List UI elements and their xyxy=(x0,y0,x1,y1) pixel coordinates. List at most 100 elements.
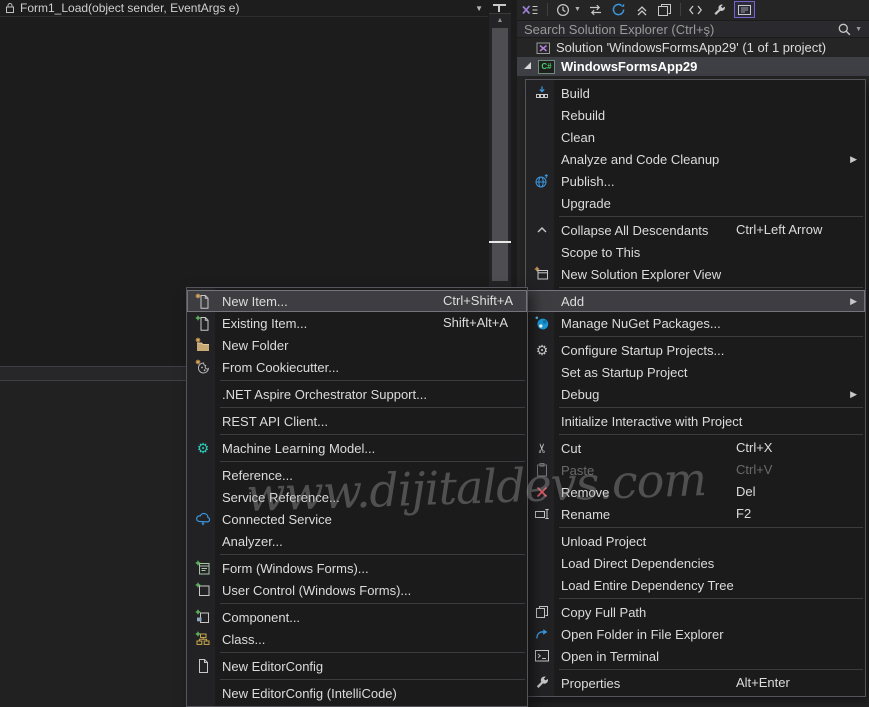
view-code-icon[interactable] xyxy=(688,1,704,18)
caret-position-marker xyxy=(489,241,511,243)
menu-item-machine-learning-model[interactable]: ⚙Machine Learning Model... xyxy=(187,437,527,459)
menu-item-rename[interactable]: RenameF2 xyxy=(526,503,865,525)
split-handle-icon[interactable] xyxy=(489,0,511,14)
menu-item-manage-nuget-packages[interactable]: Manage NuGet Packages... xyxy=(526,312,865,334)
switch-views-icon[interactable] xyxy=(588,1,604,18)
menu-item-unload-project[interactable]: Unload Project xyxy=(526,530,865,552)
publish-globe-icon xyxy=(530,172,554,190)
remove-x-icon xyxy=(530,483,554,501)
menu-separator xyxy=(220,603,525,604)
menu-item-open-folder-in-file-explorer[interactable]: Open Folder in File Explorer xyxy=(526,623,865,645)
menu-item-label: Configure Startup Projects... xyxy=(561,343,724,358)
gear-icon: ⚙ xyxy=(530,341,554,359)
expanded-arrow-icon[interactable] xyxy=(524,62,531,69)
menu-item-debug[interactable]: Debug▶ xyxy=(526,383,865,405)
menu-item-from-cookiecutter[interactable]: From Cookiecutter... xyxy=(187,356,527,378)
build-icon xyxy=(530,84,554,102)
menu-item-label: New Item... xyxy=(222,294,288,309)
menu-item-properties[interactable]: PropertiesAlt+Enter xyxy=(526,672,865,694)
menu-item-label: .NET Aspire Orchestrator Support... xyxy=(222,387,427,402)
menu-item-publish[interactable]: Publish... xyxy=(526,170,865,192)
menu-item-label: Upgrade xyxy=(561,196,611,211)
menu-item-collapse-all-descendants[interactable]: Collapse All DescendantsCtrl+Left Arrow xyxy=(526,219,865,241)
dropdown-caret-icon[interactable]: ▼ xyxy=(574,6,581,13)
editor-navigation-bar[interactable]: Form1_Load(object sender, EventArgs e) ▼ xyxy=(0,0,488,17)
menu-item-user-control-windows-forms[interactable]: User Control (Windows Forms)... xyxy=(187,579,527,601)
menu-item-label: New Solution Explorer View xyxy=(561,267,721,282)
menu-item-label: Manage NuGet Packages... xyxy=(561,316,721,331)
tree-item-solution[interactable]: Solution 'WindowsFormsApp29' (1 of 1 pro… xyxy=(517,38,869,57)
menu-item-clean[interactable]: Clean xyxy=(526,126,865,148)
menu-item-load-direct-dependencies[interactable]: Load Direct Dependencies xyxy=(526,552,865,574)
menu-item-shortcut: Ctrl+X xyxy=(736,437,772,459)
menu-item-build[interactable]: Build xyxy=(526,82,865,104)
search-input[interactable]: Search Solution Explorer (Ctrl+ş) ▼ xyxy=(517,20,869,38)
collapse-all-icon[interactable] xyxy=(634,1,650,18)
menu-item-connected-service[interactable]: Connected Service xyxy=(187,508,527,530)
menu-item-cut[interactable]: ✂CutCtrl+X xyxy=(526,437,865,459)
menu-item-service-reference[interactable]: Service Reference... xyxy=(187,486,527,508)
submenu-arrow-icon: ▶ xyxy=(850,389,857,400)
menu-item-reference[interactable]: Reference... xyxy=(187,464,527,486)
menu-item-component[interactable]: Component... xyxy=(187,606,527,628)
toolbar-separator xyxy=(547,3,548,16)
menu-item-rest-api-client[interactable]: REST API Client... xyxy=(187,410,527,432)
menu-item-rebuild[interactable]: Rebuild xyxy=(526,104,865,126)
menu-item-upgrade[interactable]: Upgrade xyxy=(526,192,865,214)
menu-item-label: New EditorConfig xyxy=(222,659,323,674)
ml-model-gear-icon: ⚙ xyxy=(191,439,215,457)
menu-item-analyzer[interactable]: Analyzer... xyxy=(187,530,527,552)
menu-item-new-solution-explorer-view[interactable]: New Solution Explorer View xyxy=(526,263,865,285)
menu-item-configure-startup-projects[interactable]: ⚙ Configure Startup Projects... xyxy=(526,339,865,361)
menu-item-existing-item[interactable]: Existing Item...Shift+Alt+A xyxy=(187,312,527,334)
new-folder-icon xyxy=(191,336,215,354)
menu-item-set-as-startup-project[interactable]: Set as Startup Project xyxy=(526,361,865,383)
menu-item-label: New Folder xyxy=(222,338,288,353)
menu-separator xyxy=(220,461,525,462)
search-icon[interactable] xyxy=(837,22,852,37)
component-icon xyxy=(191,608,215,626)
csharp-project-icon: C# xyxy=(538,60,555,74)
menu-item-open-in-terminal[interactable]: Open in Terminal xyxy=(526,645,865,667)
menu-item-dotnet-aspire-orchestrator-support[interactable]: .NET Aspire Orchestrator Support... xyxy=(187,383,527,405)
tree-item-project[interactable]: C# WindowsFormsApp29 xyxy=(517,57,869,76)
menu-item-label: Scope to This xyxy=(561,245,640,260)
refresh-icon[interactable] xyxy=(611,1,627,18)
show-all-files-icon[interactable] xyxy=(657,1,673,18)
editor-scrollbar-thumb[interactable] xyxy=(492,28,508,281)
sync-with-active-document-icon[interactable] xyxy=(521,1,540,18)
terminal-icon xyxy=(530,647,554,665)
menu-item-new-folder[interactable]: New Folder xyxy=(187,334,527,356)
menu-item-copy-full-path[interactable]: Copy Full Path xyxy=(526,601,865,623)
menu-item-add[interactable]: Add▶ xyxy=(526,290,865,312)
menu-item-analyze-and-code-cleanup[interactable]: Analyze and Code Cleanup▶ xyxy=(526,148,865,170)
menu-item-initialize-interactive-with-project[interactable]: Initialize Interactive with Project xyxy=(526,410,865,432)
menu-item-new-item[interactable]: New Item... Ctrl+Shift+A xyxy=(187,290,527,312)
scissors-icon: ✂ xyxy=(530,439,554,457)
editorconfig-doc-icon xyxy=(191,657,215,675)
menu-item-new-editorconfig[interactable]: New EditorConfig xyxy=(187,655,527,677)
scroll-up-icon[interactable]: ▲ xyxy=(489,17,511,24)
existing-item-icon xyxy=(191,314,215,332)
menu-item-new-editorconfig-intellicode[interactable]: New EditorConfig (IntelliCode) xyxy=(187,682,527,704)
project-context-menu: Build Rebuild Clean Analyze and Code Cle… xyxy=(525,79,866,697)
menu-item-label: Set as Startup Project xyxy=(561,365,687,380)
menu-item-scope-to-this[interactable]: Scope to This xyxy=(526,241,865,263)
menu-separator xyxy=(559,527,863,528)
menu-item-class[interactable]: Class... xyxy=(187,628,527,650)
menu-item-remove[interactable]: RemoveDel xyxy=(526,481,865,503)
chevron-down-icon[interactable]: ▼ xyxy=(475,4,483,13)
preview-selected-items-icon[interactable] xyxy=(734,1,755,18)
menu-item-label: Component... xyxy=(222,610,300,625)
menu-item-label: Reference... xyxy=(222,468,293,483)
menu-item-paste[interactable]: PasteCtrl+V xyxy=(526,459,865,481)
search-placeholder: Search Solution Explorer (Ctrl+ş) xyxy=(524,22,837,37)
menu-item-label: Service Reference... xyxy=(222,490,340,505)
properties-tool-icon[interactable] xyxy=(711,1,727,18)
menu-item-form-windows-forms[interactable]: Form (Windows Forms)... xyxy=(187,557,527,579)
history-filter-icon[interactable] xyxy=(555,1,571,18)
search-dropdown-caret-icon[interactable]: ▼ xyxy=(855,26,862,33)
solution-icon xyxy=(536,41,551,55)
menu-item-load-entire-dependency-tree[interactable]: Load Entire Dependency Tree xyxy=(526,574,865,596)
menu-item-shortcut: Ctrl+Shift+A xyxy=(443,290,513,312)
